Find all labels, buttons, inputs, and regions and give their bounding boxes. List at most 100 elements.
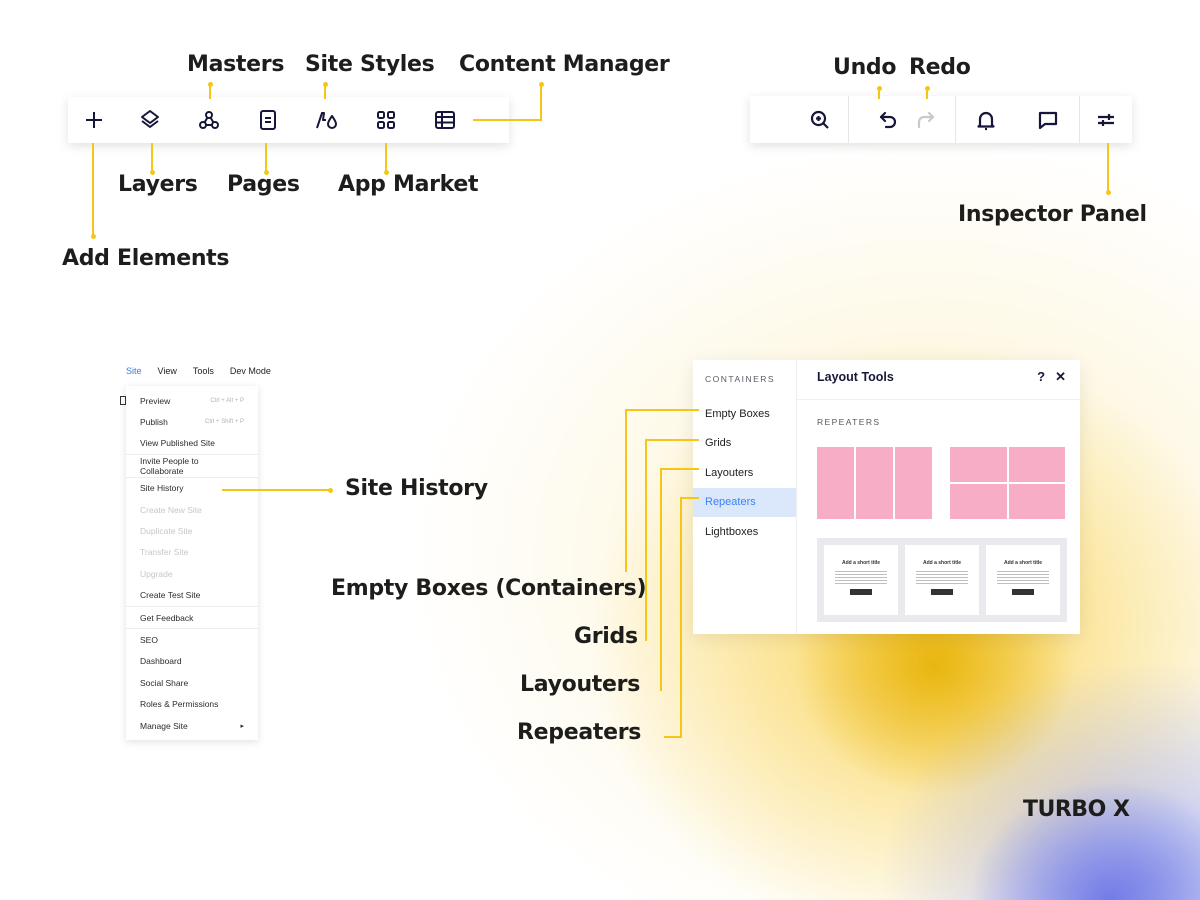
sliders-icon xyxy=(1098,113,1115,126)
menu-item-label: Invite People to Collaborate xyxy=(140,455,199,476)
submenu-arrow-icon: ▸ xyxy=(240,722,244,730)
menu-item-invite-people[interactable]: Invite People to Collaborate xyxy=(126,455,258,476)
menu-item-get-feedback[interactable]: Get Feedback xyxy=(126,607,258,628)
redo-callout: Redo xyxy=(909,55,971,80)
menu-item-seo[interactable]: SEO xyxy=(126,629,258,650)
add-elements-button[interactable] xyxy=(68,97,120,143)
card-button xyxy=(1012,589,1034,595)
zoom-in-icon xyxy=(810,110,829,129)
repeater-tile xyxy=(950,447,1007,482)
help-icon[interactable]: ? xyxy=(1037,369,1045,385)
menu-item-create-test-site[interactable]: Create Test Site xyxy=(126,585,258,606)
sidebar-item-grids[interactable]: Grids xyxy=(693,429,796,459)
menu-item-transfer-site[interactable]: Transfer Site xyxy=(126,542,258,563)
repeater-tile xyxy=(817,447,854,519)
menu-site[interactable]: Site xyxy=(126,366,142,376)
card-text xyxy=(916,570,968,584)
section-title: REPEATERS xyxy=(817,417,881,427)
menu-tools[interactable]: Tools xyxy=(193,366,214,376)
content-manager-button[interactable] xyxy=(415,97,474,143)
undo-button[interactable] xyxy=(849,96,909,143)
repeater-grid-preset[interactable] xyxy=(950,447,1065,519)
repeater-card: Add a short title xyxy=(986,545,1060,615)
repeater-three-column-preset[interactable] xyxy=(817,447,932,519)
menu-item-label: Dashboard xyxy=(140,656,182,667)
masters-button[interactable] xyxy=(179,97,238,143)
sidebar-item-layouters[interactable]: Layouters xyxy=(693,458,796,488)
grids-callout: Grids xyxy=(574,624,638,649)
repeater-tile xyxy=(856,447,893,519)
comments-button[interactable] xyxy=(1017,96,1079,143)
layers-button[interactable] xyxy=(120,97,179,143)
shortcut-label: Ctrl + Shift + P xyxy=(204,419,244,426)
site-styles-callout: Site Styles xyxy=(305,52,435,77)
add-elements-callout: Add Elements xyxy=(62,246,230,271)
card-button xyxy=(850,589,872,595)
repeater-tile xyxy=(1008,484,1065,519)
redo-button[interactable] xyxy=(909,96,955,143)
content-manager-icon xyxy=(434,111,455,129)
menu-view[interactable]: View xyxy=(158,366,177,376)
menu-item-preview[interactable]: Preview Ctrl + Alt + P xyxy=(126,390,258,411)
menu-item-label: Transfer Site xyxy=(140,547,189,558)
menu-item-label: Create Test Site xyxy=(140,590,201,601)
menu-item-label: Create New Site xyxy=(140,504,202,515)
plus-icon xyxy=(86,112,102,128)
menu-item-roles-permissions[interactable]: Roles & Permissions xyxy=(126,693,258,714)
left-toolbar xyxy=(68,97,509,143)
menu-item-label: View Published Site xyxy=(140,438,215,449)
menu-item-duplicate-site[interactable]: Duplicate Site xyxy=(126,520,258,541)
layouters-callout: Layouters xyxy=(520,672,640,697)
right-toolbar xyxy=(750,96,1132,143)
menu-item-dashboard[interactable]: Dashboard xyxy=(126,651,258,672)
menu-item-label: Duplicate Site xyxy=(140,526,193,537)
zoom-button[interactable] xyxy=(750,96,848,143)
menu-item-view-published-site[interactable]: View Published Site xyxy=(126,433,258,454)
card-title: Add a short title xyxy=(922,560,962,566)
menu-item-label: Get Feedback xyxy=(140,612,194,623)
menu-item-social-share[interactable]: Social Share xyxy=(126,672,258,693)
notifications-button[interactable] xyxy=(956,96,1018,143)
pages-callout: Pages xyxy=(227,172,300,197)
repeater-tile xyxy=(950,484,1007,519)
brand-logo: TURBO X xyxy=(1023,797,1130,822)
menu-item-publish[interactable]: Publish Ctrl + Shift + P xyxy=(126,411,258,432)
close-icon[interactable]: ✕ xyxy=(1055,369,1066,385)
site-styles-icon xyxy=(315,112,337,129)
panel-title: Layout Tools xyxy=(817,369,894,384)
repeaters-callout: Repeaters xyxy=(517,720,642,745)
masters-icon xyxy=(198,111,219,129)
card-text xyxy=(997,570,1049,584)
content-manager-callout: Content Manager xyxy=(459,52,670,77)
menu-item-create-new-site[interactable]: Create New Site xyxy=(126,499,258,520)
layers-callout: Layers xyxy=(118,172,198,197)
app-market-button[interactable] xyxy=(356,97,415,143)
menu-item-label: Roles & Permissions xyxy=(140,699,219,710)
sidebar-item-empty-boxes[interactable]: Empty Boxes xyxy=(693,399,796,429)
app-market-icon xyxy=(376,111,395,129)
pages-button[interactable] xyxy=(238,97,297,143)
menu-item-label: Site History xyxy=(140,483,184,494)
panel-sidebar: CONTAINERS Empty Boxes Grids Layouters R… xyxy=(693,360,797,634)
inspector-panel-callout: Inspector Panel xyxy=(958,202,1147,227)
app-market-callout: App Market xyxy=(338,172,479,197)
undo-icon xyxy=(879,111,896,128)
bell-icon xyxy=(977,111,996,130)
repeater-card: Add a short title xyxy=(905,545,979,615)
site-styles-button[interactable] xyxy=(297,97,356,143)
menu-item-upgrade[interactable]: Upgrade xyxy=(126,563,258,584)
inspector-panel-button[interactable] xyxy=(1080,96,1132,143)
panel-content: Layout Tools ? ✕ REPEATERS Add a short t… xyxy=(797,360,1080,634)
repeater-card: Add a short title xyxy=(824,545,898,615)
sidebar-title: CONTAINERS xyxy=(705,374,776,384)
comment-icon xyxy=(1039,111,1058,129)
menu-dev-mode[interactable]: Dev Mode xyxy=(230,366,271,376)
sidebar-item-repeaters[interactable]: Repeaters xyxy=(693,487,796,517)
repeater-tile xyxy=(895,447,932,519)
redo-icon xyxy=(917,111,934,128)
menu-item-label: Publish xyxy=(140,417,168,428)
repeater-cards-preset[interactable]: Add a short title Add a short title Add … xyxy=(817,538,1067,622)
card-title: Add a short title xyxy=(841,560,881,566)
menu-item-manage-site[interactable]: Manage Site ▸ xyxy=(126,715,258,736)
sidebar-item-lightboxes[interactable]: Lightboxes xyxy=(693,517,796,547)
